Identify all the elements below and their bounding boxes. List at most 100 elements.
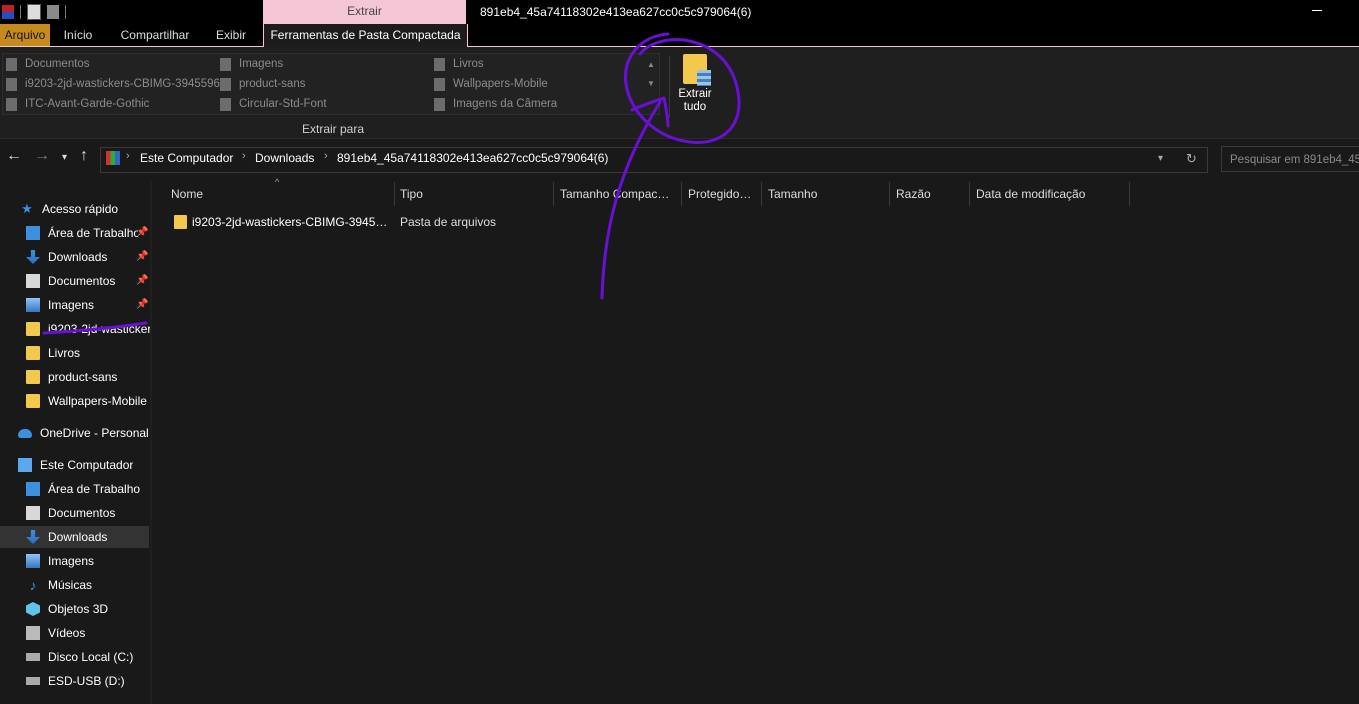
nav-quick-images[interactable]: Imagens (26, 294, 94, 316)
column-divider[interactable] (394, 182, 395, 206)
nav-pc-videos[interactable]: Vídeos (26, 622, 85, 644)
nav-pc-downloads[interactable]: Downloads (26, 526, 107, 548)
column-header-nome[interactable]: Nome (171, 186, 391, 206)
column-header-size[interactable]: Tamanho (768, 186, 883, 206)
gallery-item-label: product-sans (239, 78, 306, 90)
column-header-compressed-size[interactable]: Tamanho Compactado (560, 186, 672, 206)
column-header-password-protected[interactable]: Protegido por senha (688, 186, 754, 206)
tab-compartilhar[interactable]: Compartilhar (112, 24, 198, 46)
scroll-down-icon[interactable]: ▼ (644, 79, 658, 88)
nav-quick-livros[interactable]: Livros (26, 342, 80, 364)
tab-ferramentas-pasta-compactada[interactable]: Ferramentas de Pasta Compactada (263, 24, 468, 47)
nav-pc-drive-c[interactable]: Disco Local (C:) (26, 646, 133, 668)
refresh-icon[interactable]: ↻ (1186, 151, 1197, 167)
star-icon: ★ (21, 201, 33, 216)
breadcrumb-current-folder[interactable]: 891eb4_45a74118302e413ea627cc0c5c979064(… (337, 151, 608, 165)
gallery-item[interactable]: Imagens da Câmera (434, 95, 557, 113)
document-icon (26, 274, 40, 288)
breadcrumb-separator: › (593, 150, 597, 162)
nav-label: OneDrive - Personal (40, 426, 149, 440)
document-icon (26, 506, 40, 520)
desktop-icon (26, 226, 40, 240)
recent-locations-chevron-icon[interactable]: ▾ (62, 152, 67, 163)
back-arrow-icon[interactable]: ← (6, 147, 22, 165)
new-folder-icon[interactable] (47, 5, 59, 19)
gallery-scrollbar[interactable]: ▲ ▼ (644, 54, 658, 112)
nav-quick-wastickers[interactable]: i9203-2jd-wastickers (26, 318, 150, 340)
nav-quick-product-sans[interactable]: product-sans (26, 366, 117, 388)
extract-all-button[interactable]: Extrair tudo (672, 52, 718, 122)
folder-icon (220, 97, 231, 111)
image-folder-icon (220, 57, 231, 71)
nav-pc-images[interactable]: Imagens (26, 550, 94, 572)
desktop-icon (26, 482, 40, 496)
tab-exibir[interactable]: Exibir (208, 24, 254, 46)
nav-label: Este Computador (40, 458, 134, 472)
gallery-item[interactable]: i9203-2jd-wastickers-CBIMG-3945596 (6, 75, 220, 93)
column-divider[interactable] (969, 182, 970, 206)
gallery-item[interactable]: Documentos (6, 55, 90, 73)
nav-quick-documents[interactable]: Documentos (26, 270, 115, 292)
nav-label: Documentos (48, 274, 116, 288)
nav-onedrive[interactable]: OneDrive - Personal (18, 422, 149, 444)
gallery-item[interactable]: product-sans (220, 75, 305, 93)
gallery-item-label: i9203-2jd-wastickers-CBIMG-3945596 (25, 78, 220, 90)
video-icon (26, 626, 40, 640)
nav-label: Livros (48, 346, 81, 360)
pin-icon[interactable]: 📌 (136, 275, 148, 286)
column-header-date-modified[interactable]: Data de modificação (976, 186, 1126, 206)
search-input[interactable]: Pesquisar em 891eb4_45a74118302e413ea627… (1221, 146, 1359, 172)
column-divider[interactable] (681, 182, 682, 206)
column-divider[interactable] (889, 182, 890, 206)
ribbon-tab-strip (0, 24, 1359, 47)
column-divider[interactable] (553, 182, 554, 206)
tab-arquivo[interactable]: Arquivo (0, 24, 50, 46)
nav-label: Documentos (48, 506, 116, 520)
folder-icon (6, 77, 17, 91)
nav-label: i9203-2jd-wastickers (48, 322, 150, 336)
quick-access-toolbar (0, 3, 66, 21)
nav-pc-music[interactable]: ♪ Músicas (26, 574, 93, 596)
nav-pc-documents[interactable]: Documentos (26, 502, 115, 524)
file-name[interactable]: i9203-2jd-wastickers-CBIMG-3945596 (192, 215, 392, 229)
gallery-item-label: Circular-Std-Font (239, 98, 327, 110)
gallery-item[interactable]: Imagens (220, 55, 283, 73)
column-divider[interactable] (761, 182, 762, 206)
column-header-ratio[interactable]: Razão (896, 186, 966, 206)
forward-arrow-icon[interactable]: → (34, 147, 50, 165)
cloud-icon (18, 428, 32, 438)
gallery-item[interactable]: Wallpapers-Mobile (434, 75, 548, 93)
breadcrumb-downloads[interactable]: Downloads (255, 151, 314, 165)
music-icon: ♪ (29, 577, 37, 593)
nav-quick-access[interactable]: ★ Acesso rápido (20, 198, 118, 220)
column-divider[interactable] (1129, 182, 1130, 206)
nav-quick-downloads[interactable]: Downloads (26, 246, 107, 268)
scroll-up-icon[interactable]: ▲ (644, 60, 658, 69)
nav-quick-wallpapers[interactable]: Wallpapers-Mobile (26, 390, 147, 412)
gallery-item[interactable]: Circular-Std-Font (220, 95, 327, 113)
minimize-icon[interactable] (1312, 10, 1322, 11)
properties-icon[interactable] (27, 4, 41, 20)
pin-icon[interactable]: 📌 (136, 227, 148, 238)
pin-icon[interactable]: 📌 (136, 251, 148, 262)
breadcrumb-este-computador[interactable]: Este Computador (140, 151, 233, 165)
column-header-tipo[interactable]: Tipo (400, 186, 550, 206)
folder-icon[interactable] (174, 215, 187, 229)
address-history-chevron-icon[interactable]: ▾ (1158, 153, 1163, 164)
drive-icon (26, 653, 40, 661)
gallery-item[interactable]: ITC-Avant-Garde-Gothic (6, 95, 149, 113)
up-arrow-icon[interactable]: ↑ (80, 147, 88, 165)
nav-pc-3d-objects[interactable]: Objetos 3D (26, 598, 108, 620)
computer-icon (18, 458, 32, 472)
nav-quick-desktop[interactable]: Área de Trabalho (26, 222, 138, 244)
tab-inicio[interactable]: Início (56, 24, 100, 46)
winrar-app-icon[interactable] (2, 5, 14, 19)
file-name-text: i9203-2jd-wastickers-CBIMG-3945596 (192, 215, 392, 229)
nav-label: Área de Trabalho (48, 482, 141, 496)
nav-pc-drive-d[interactable]: ESD-USB (D:) (26, 670, 125, 692)
nav-this-pc[interactable]: Este Computador (18, 454, 133, 476)
nav-pane-scrollbar[interactable] (150, 180, 152, 704)
nav-pc-desktop[interactable]: Área de Trabalho (26, 478, 140, 500)
gallery-item[interactable]: Livros (434, 55, 484, 73)
pin-icon[interactable]: 📌 (136, 299, 148, 310)
